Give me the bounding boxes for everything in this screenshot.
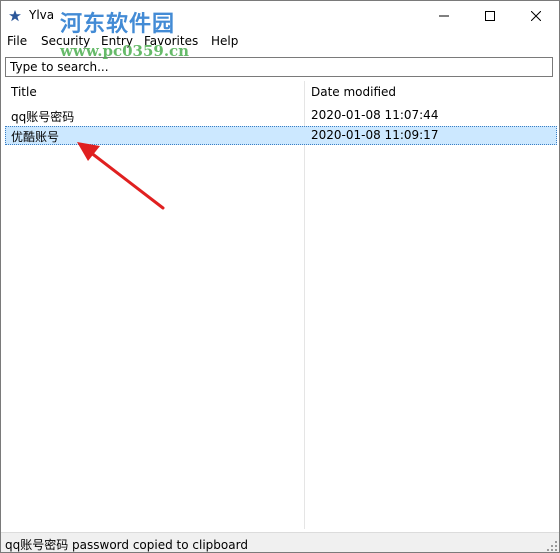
entry-date: 2020-01-08 11:07:44	[311, 108, 439, 122]
search-input[interactable]	[5, 57, 553, 77]
close-icon	[531, 11, 541, 21]
status-text: qq账号密码 password copied to clipboard	[5, 538, 248, 552]
menu-security[interactable]: Security	[41, 34, 90, 48]
status-bar: qq账号密码 password copied to clipboard	[1, 532, 559, 552]
header-separator[interactable]	[304, 83, 305, 103]
close-button[interactable]	[513, 1, 559, 31]
app-window: Ylva File Security Entry Favorites Help …	[0, 0, 560, 553]
column-divider	[304, 81, 305, 529]
title-bar[interactable]: Ylva	[1, 1, 559, 31]
list-header: Title Date modified	[5, 81, 555, 105]
entry-date: 2020-01-08 11:09:17	[311, 128, 439, 142]
menu-bar: File Security Entry Favorites Help	[1, 33, 559, 51]
entries-list[interactable]: Title Date modified qq账号密码 2020-01-08 11…	[5, 81, 557, 529]
menu-entry[interactable]: Entry	[101, 34, 133, 48]
table-row[interactable]: qq账号密码 2020-01-08 11:07:44	[5, 106, 557, 125]
column-header-title[interactable]: Title	[11, 85, 37, 99]
maximize-button[interactable]	[467, 1, 513, 31]
resize-grip-icon[interactable]	[547, 541, 557, 551]
entry-title: 优酷账号	[11, 130, 60, 144]
menu-favorites[interactable]: Favorites	[144, 34, 198, 48]
minimize-button[interactable]	[421, 1, 467, 31]
table-row-selected[interactable]: 优酷账号 2020-01-08 11:09:17	[5, 126, 557, 145]
maximize-icon	[485, 11, 495, 21]
menu-help[interactable]: Help	[211, 34, 238, 48]
window-title: Ylva	[29, 8, 55, 22]
minimize-icon	[439, 15, 449, 17]
app-icon	[8, 9, 22, 23]
column-header-date-modified[interactable]: Date modified	[311, 85, 396, 99]
entry-title: qq账号密码	[11, 110, 75, 124]
menu-file[interactable]: File	[7, 34, 27, 48]
